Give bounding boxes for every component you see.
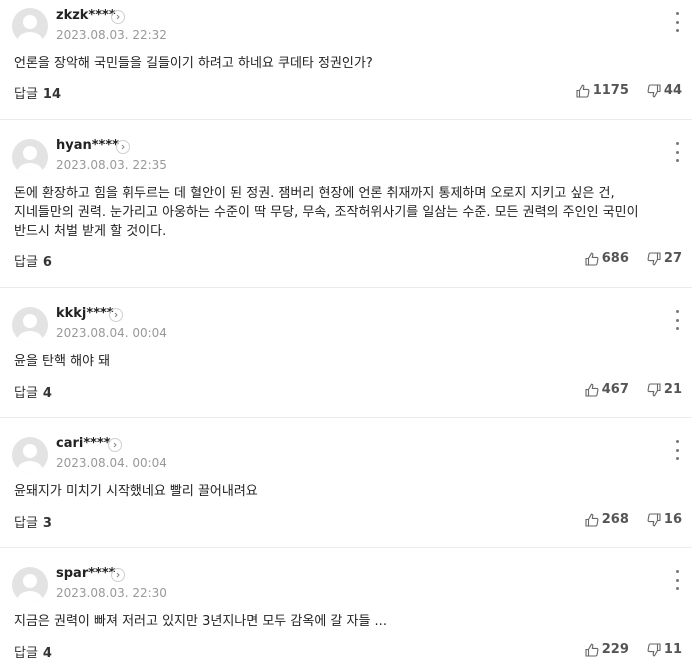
comment-author[interactable]: zkzk****	[56, 8, 116, 23]
like-button[interactable]: 467	[585, 382, 629, 397]
reply-button[interactable]: 답글 14	[14, 83, 61, 102]
thumbs-up-icon	[585, 513, 599, 527]
avatar[interactable]	[12, 139, 48, 175]
comment-author[interactable]: cari****	[56, 436, 111, 451]
comment-date: 2023.08.04. 00:04	[56, 456, 167, 470]
thumbs-down-icon	[647, 642, 661, 656]
comment-author[interactable]: kkkj****	[56, 306, 114, 321]
reply-label: 답글	[14, 255, 38, 270]
reply-label: 답글	[14, 646, 38, 661]
reply-count: 14	[42, 87, 62, 102]
like-button[interactable]: 268	[585, 512, 629, 527]
avatar[interactable]	[12, 437, 48, 473]
reply-button[interactable]: 답글 6	[14, 251, 52, 270]
comment-author[interactable]: hyan****	[56, 138, 119, 153]
reply-button[interactable]: 답글 4	[14, 382, 52, 401]
profile-chevron-icon[interactable]	[116, 140, 130, 154]
comment-text: 윤을 탄핵 해야 돼	[14, 354, 111, 369]
dislike-count: 21	[663, 382, 682, 397]
like-button[interactable]: 229	[585, 642, 629, 657]
dislike-count: 11	[663, 642, 682, 657]
comment-text: 언론을 장악해 국민들을 길들이기 하려고 하네요 쿠데타 정권인가?	[14, 56, 373, 71]
profile-chevron-icon[interactable]	[111, 10, 125, 24]
comment-date: 2023.08.03. 22:32	[56, 28, 167, 42]
like-count: 467	[601, 382, 629, 397]
comment-author[interactable]: spar****	[56, 566, 115, 581]
reply-count: 3	[42, 516, 52, 531]
like-count: 229	[601, 642, 629, 657]
more-options-icon[interactable]	[674, 440, 680, 460]
thumbs-up-icon	[585, 643, 599, 657]
thumbs-up-icon	[585, 252, 599, 266]
like-button[interactable]: 686	[585, 251, 629, 266]
profile-chevron-icon[interactable]	[108, 438, 122, 452]
thumbs-up-icon	[576, 84, 590, 98]
like-count: 686	[601, 251, 629, 266]
dislike-button[interactable]: 27	[647, 251, 682, 266]
reply-label: 답글	[14, 87, 38, 102]
more-options-icon[interactable]	[674, 142, 680, 162]
thumbs-down-icon	[647, 83, 661, 97]
reply-count: 4	[42, 646, 52, 661]
dislike-button[interactable]: 21	[647, 382, 682, 397]
more-options-icon[interactable]	[674, 12, 680, 32]
comment-date: 2023.08.03. 22:35	[56, 158, 167, 172]
reply-button[interactable]: 답글 3	[14, 512, 52, 531]
dislike-count: 44	[663, 83, 682, 98]
reply-label: 답글	[14, 516, 38, 531]
comment-date: 2023.08.03. 22:30	[56, 586, 167, 600]
thumbs-up-icon	[585, 383, 599, 397]
thumbs-down-icon	[647, 382, 661, 396]
dislike-count: 27	[663, 251, 682, 266]
profile-chevron-icon[interactable]	[111, 568, 125, 582]
reply-count: 4	[42, 386, 52, 401]
comment-text: 윤돼지가 미치기 시작했네요 빨리 끌어내려요	[14, 484, 258, 499]
avatar[interactable]	[12, 567, 48, 603]
like-count: 1175	[592, 83, 629, 98]
comment-item: kkkj**** 2023.08.04. 00:04 윤을 탄핵 해야 돼 답글…	[0, 288, 692, 418]
comment-text: 돈에 환장하고 힘을 휘두르는 데 혈안이 된 정권. 잼버리 현장에 언론 취…	[14, 186, 639, 239]
dislike-button[interactable]: 44	[647, 83, 682, 98]
comment-item: spar**** 2023.08.03. 22:30 지금은 권력이 빠져 저러…	[0, 548, 692, 661]
comment-item: cari**** 2023.08.04. 00:04 윤돼지가 미치기 시작했네…	[0, 418, 692, 548]
like-button[interactable]: 1175	[576, 83, 629, 98]
dislike-count: 16	[663, 512, 682, 527]
reply-count: 6	[42, 255, 52, 270]
like-count: 268	[601, 512, 629, 527]
comment-item: hyan**** 2023.08.03. 22:35 돈에 환장하고 힘을 휘두…	[0, 120, 692, 288]
more-options-icon[interactable]	[674, 310, 680, 330]
thumbs-down-icon	[647, 512, 661, 526]
avatar[interactable]	[12, 307, 48, 343]
avatar[interactable]	[12, 8, 48, 44]
thumbs-down-icon	[647, 251, 661, 265]
comment-item: zkzk**** 2023.08.03. 22:32 언론을 장악해 국민들을 …	[0, 0, 692, 120]
dislike-button[interactable]: 16	[647, 512, 682, 527]
dislike-button[interactable]: 11	[647, 642, 682, 657]
more-options-icon[interactable]	[674, 570, 680, 590]
reply-label: 답글	[14, 386, 38, 401]
comment-date: 2023.08.04. 00:04	[56, 326, 167, 340]
comment-text: 지금은 권력이 빠져 저러고 있지만 3년지나면 모두 감옥에 갈 자들 ...	[14, 614, 387, 629]
reply-button[interactable]: 답글 4	[14, 642, 52, 661]
profile-chevron-icon[interactable]	[109, 308, 123, 322]
